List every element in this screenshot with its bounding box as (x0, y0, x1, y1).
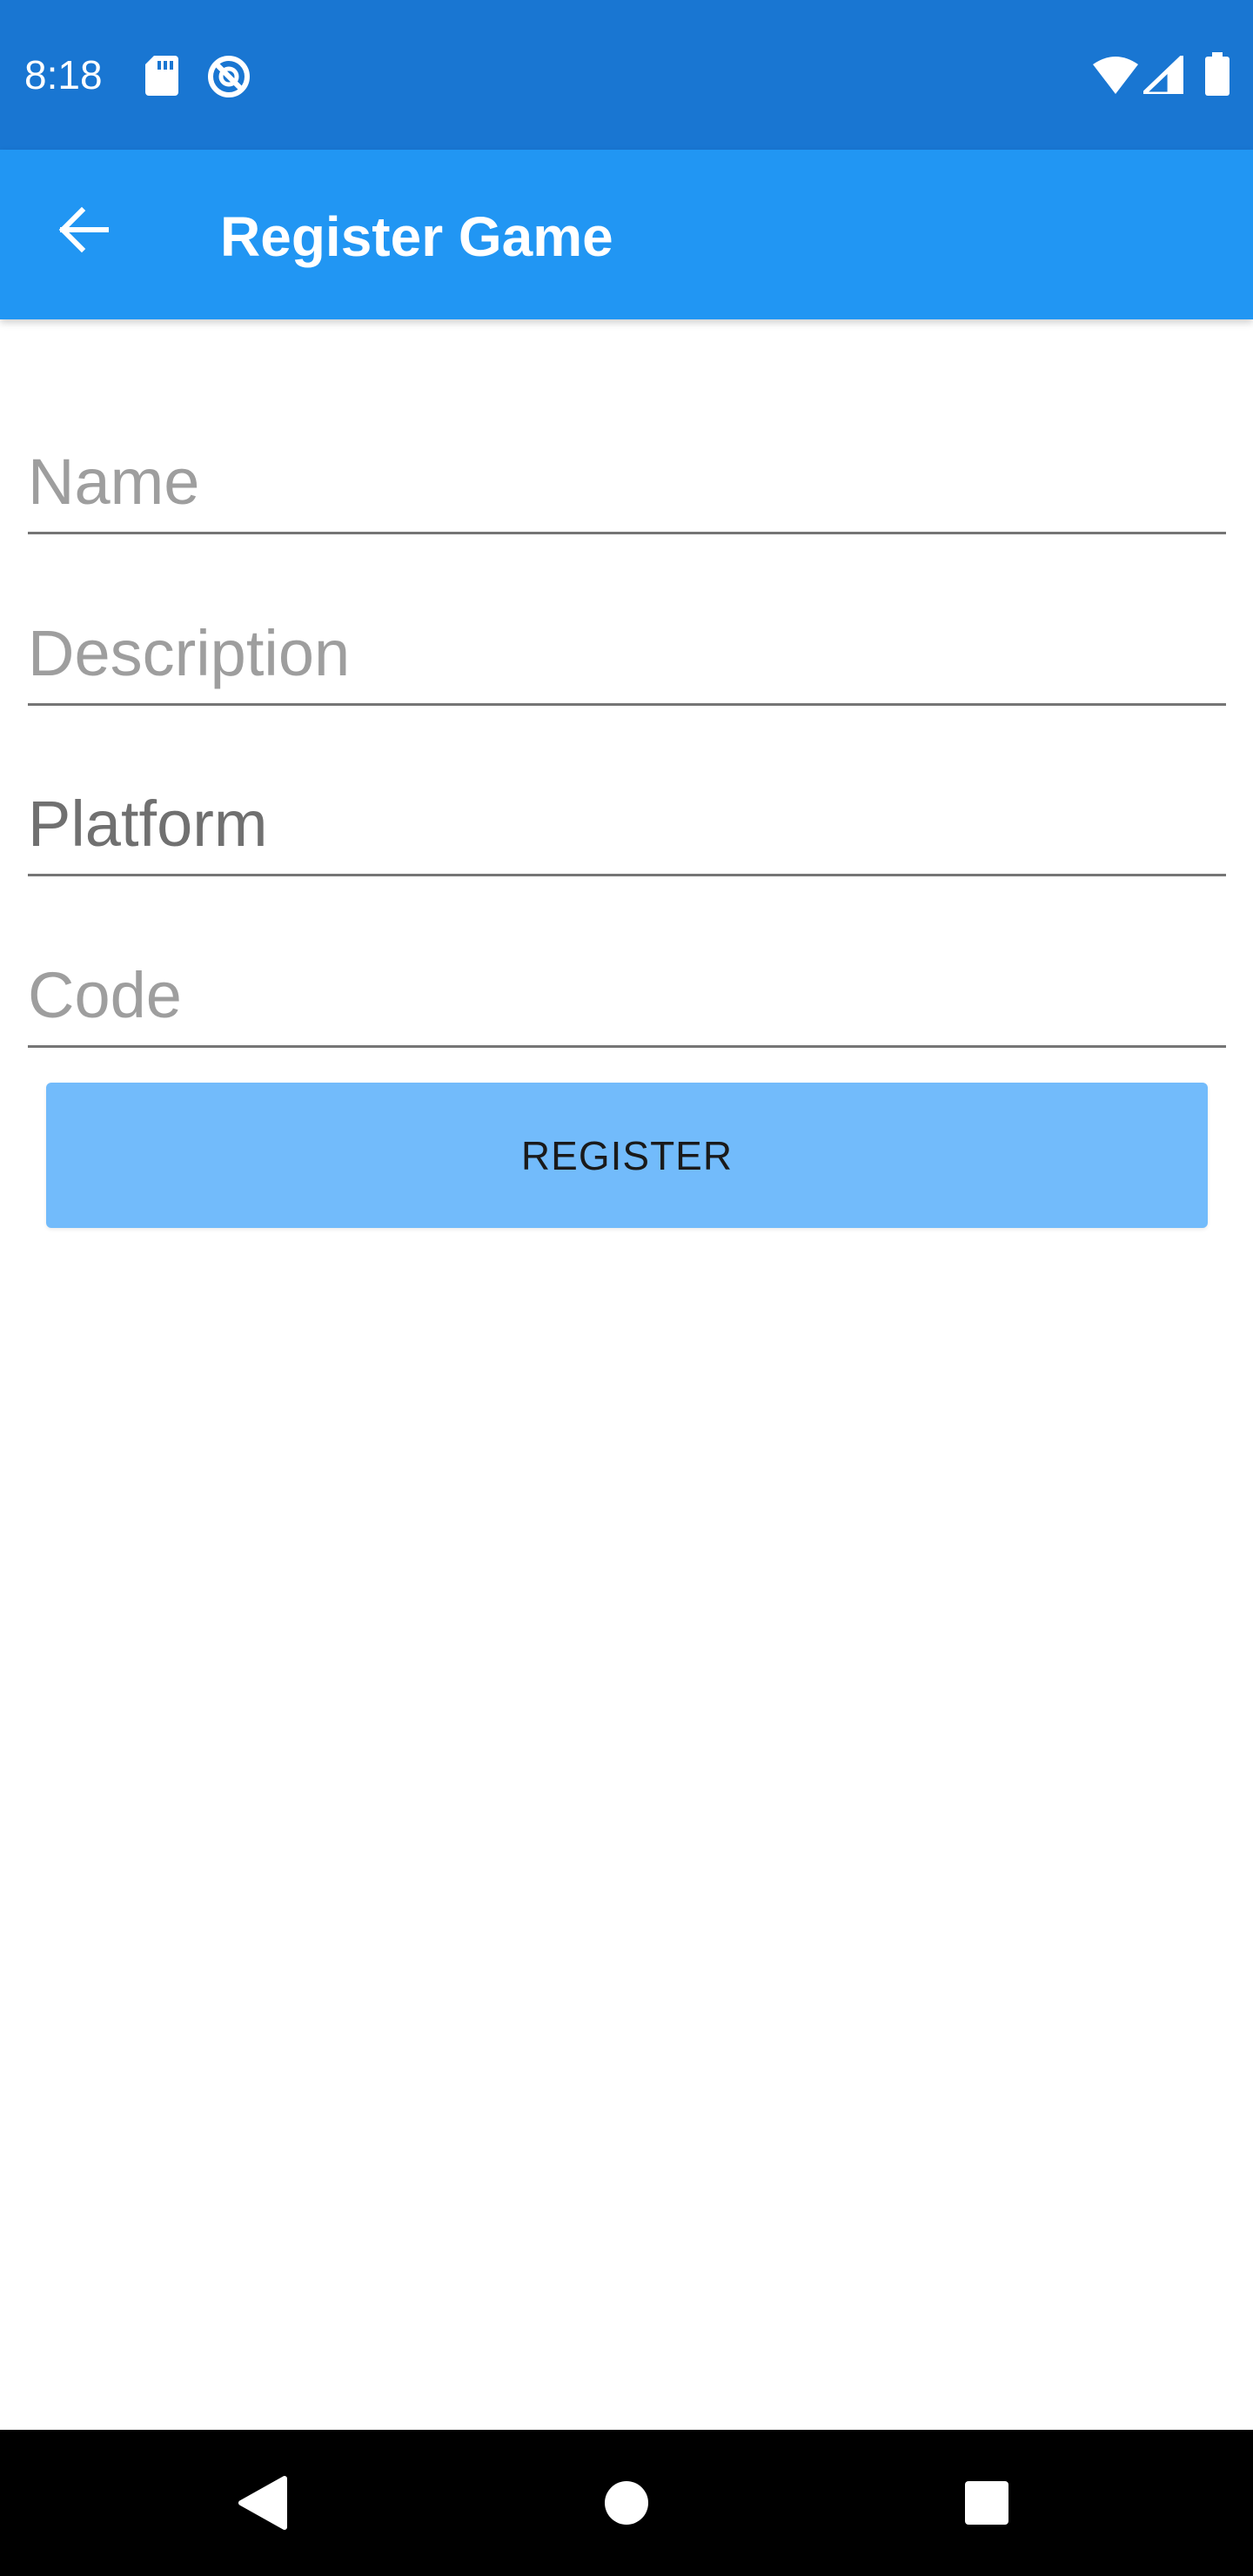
app-bar: Register Game (0, 150, 1253, 319)
nav-home-button[interactable] (574, 2451, 679, 2555)
back-triangle-icon (238, 2476, 287, 2530)
name-input[interactable] (28, 443, 1226, 521)
back-button[interactable] (38, 184, 129, 275)
status-time: 8:18 (24, 52, 103, 97)
recents-square-icon (965, 2481, 1008, 2525)
nav-recents-button[interactable] (935, 2451, 1039, 2555)
description-field (28, 584, 1226, 706)
platform-field (14, 748, 1236, 904)
register-button[interactable]: REGISTER (46, 1083, 1208, 1228)
cellular-signal-icon (1143, 56, 1183, 94)
sd-card-icon (145, 56, 178, 96)
description-input[interactable] (28, 614, 1226, 693)
battery-icon (1205, 52, 1230, 96)
code-field (28, 926, 1226, 1048)
system-nav-bar (0, 2430, 1253, 2576)
register-form (0, 319, 1253, 2430)
wifi-icon (1093, 57, 1138, 94)
home-circle-icon (605, 2481, 648, 2525)
status-bar: 8:18 (0, 0, 1253, 150)
name-field (28, 413, 1226, 534)
do-not-disturb-icon (208, 56, 250, 97)
platform-input[interactable] (28, 785, 1226, 863)
nav-back-button[interactable] (210, 2451, 314, 2555)
code-input[interactable] (28, 956, 1226, 1035)
arrow-left-icon (58, 206, 109, 253)
page-title: Register Game (220, 205, 613, 268)
